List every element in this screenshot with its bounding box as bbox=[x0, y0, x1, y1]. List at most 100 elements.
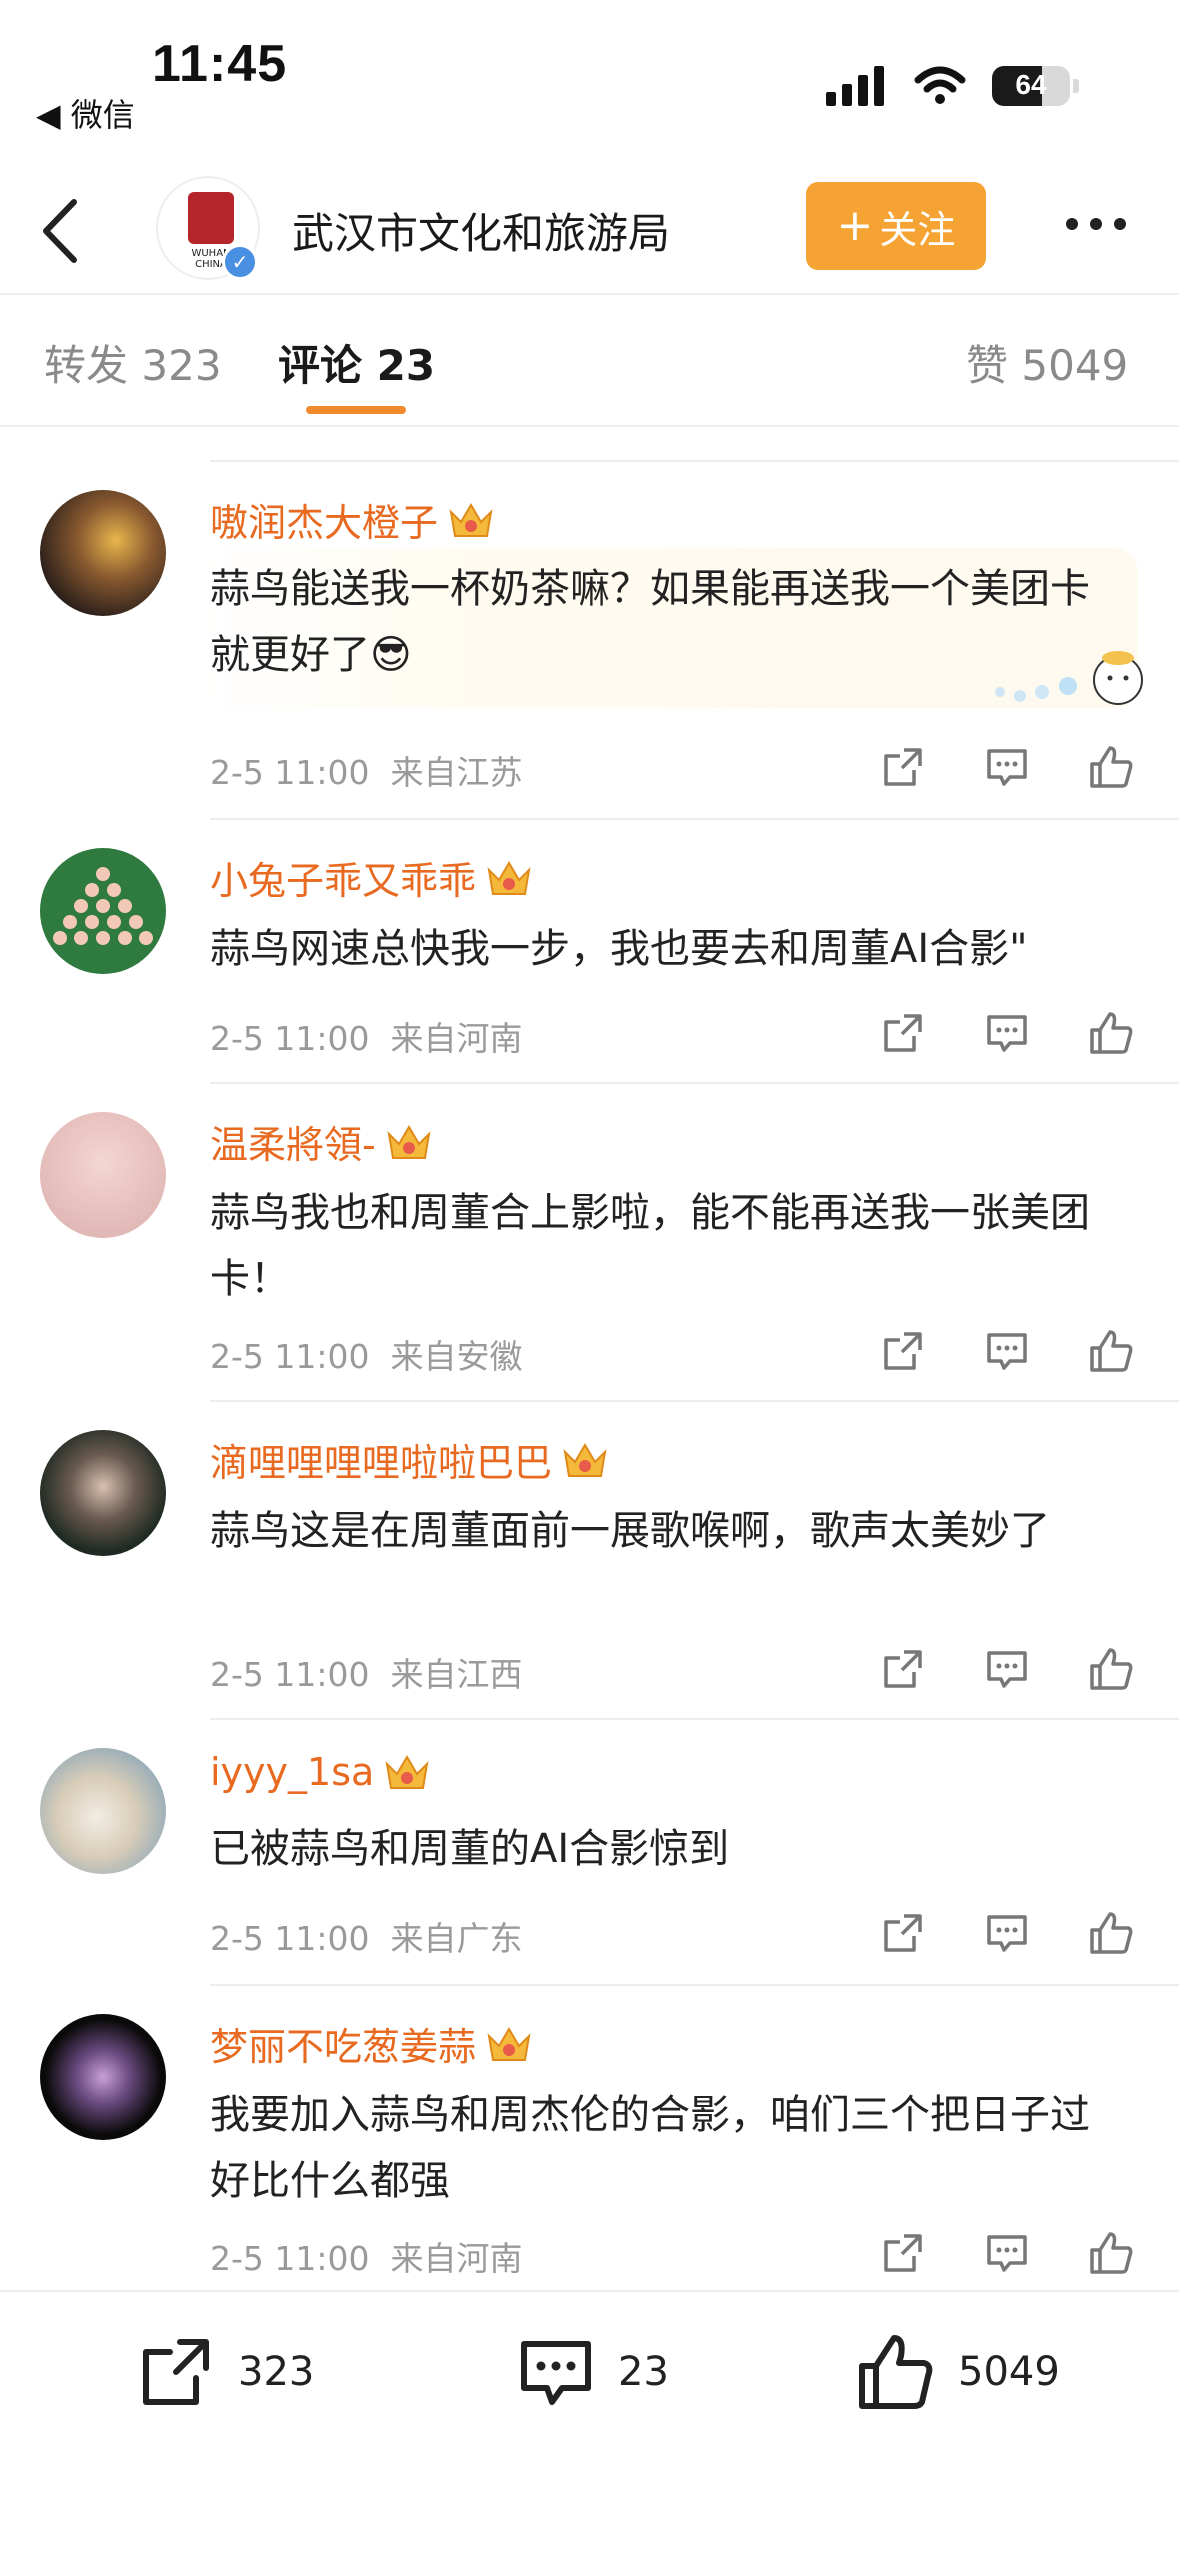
crown-badge-icon bbox=[563, 1442, 607, 1477]
avatar[interactable] bbox=[40, 1430, 166, 1556]
tab-reposts[interactable]: 转发 323 bbox=[44, 332, 222, 393]
more-options-icon[interactable] bbox=[1066, 218, 1126, 230]
repost-icon bbox=[143, 2339, 209, 2405]
share-icon[interactable] bbox=[880, 1010, 926, 1056]
comment-username[interactable]: 梦丽不吃葱姜蒜 bbox=[210, 2016, 532, 2071]
divider bbox=[0, 293, 1179, 295]
username-text: iyyy_1sa bbox=[210, 1750, 375, 1794]
share-icon[interactable] bbox=[880, 744, 926, 790]
status-indicators: 64 bbox=[826, 66, 1079, 106]
share-icon[interactable] bbox=[880, 1910, 926, 1956]
username-text: 梦丽不吃葱姜蒜 bbox=[210, 2025, 477, 2069]
like-button[interactable]: 5049 bbox=[856, 2332, 1060, 2412]
avatar-pattern bbox=[53, 867, 153, 945]
comment-text: 已被蒜鸟和周董的AI合影惊到 bbox=[210, 1826, 730, 1872]
account-name[interactable]: 武汉市文化和旅游局 bbox=[292, 200, 670, 261]
wifi-icon bbox=[914, 66, 966, 104]
comment-time: 2-5 11:00 bbox=[210, 2239, 370, 2278]
comment-icon[interactable] bbox=[984, 1910, 1030, 1956]
comment-actions bbox=[880, 744, 1134, 790]
comment-icon[interactable] bbox=[984, 1328, 1030, 1374]
tab-likes[interactable]: 赞 5049 bbox=[966, 332, 1128, 393]
tab-label: 转发 bbox=[44, 341, 129, 390]
battery-cap bbox=[1073, 79, 1079, 93]
comment-username[interactable]: 小兔子乖又乖乖 bbox=[210, 850, 532, 905]
comment-text: 蒜鸟能送我一杯奶茶嘛？如果能再送我一个美团卡就更好了😎 bbox=[210, 566, 1090, 678]
comment-meta: 2-5 11:00 来自河南 bbox=[210, 2232, 522, 2280]
divider bbox=[0, 425, 1179, 427]
like-count: 5049 bbox=[958, 2349, 1060, 2395]
divider bbox=[210, 460, 1179, 462]
avatar[interactable] bbox=[40, 490, 166, 616]
comment-count: 23 bbox=[618, 2349, 669, 2395]
username-text: 嗷润杰大橙子 bbox=[210, 501, 439, 545]
back-arrow-icon[interactable] bbox=[32, 196, 92, 266]
repost-button[interactable]: 323 bbox=[136, 2332, 314, 2412]
profile-header: WUHAN CHINA ✓ 武汉市文化和旅游局 + 关注 bbox=[0, 170, 1179, 290]
divider bbox=[210, 1400, 1179, 1402]
comment-text: 我要加入蒜鸟和周杰伦的合影，咱们三个把日子过好比什么都强 bbox=[210, 2092, 1090, 2204]
comment-location: 来自广东 bbox=[390, 1919, 523, 1958]
avatar[interactable] bbox=[40, 848, 166, 974]
share-icon[interactable] bbox=[880, 2230, 926, 2276]
comment-icon[interactable] bbox=[984, 744, 1030, 790]
like-icon[interactable] bbox=[1088, 1910, 1134, 1956]
divider bbox=[210, 818, 1179, 820]
like-icon[interactable] bbox=[1088, 2230, 1134, 2276]
comment-icon[interactable] bbox=[984, 2230, 1030, 2276]
like-icon[interactable] bbox=[1088, 1646, 1134, 1692]
signal-icon bbox=[826, 66, 884, 106]
avatar[interactable] bbox=[40, 1748, 166, 1874]
comment-text: 蒜鸟网速总快我一步，我也要去和周董AI合影" bbox=[210, 926, 1028, 972]
comment-time: 2-5 11:00 bbox=[210, 1919, 370, 1958]
comment-icon bbox=[521, 2341, 591, 2405]
repost-count: 323 bbox=[238, 2349, 315, 2395]
comment-username[interactable]: 嗷润杰大橙子 bbox=[210, 492, 494, 547]
comment-time: 2-5 11:00 bbox=[210, 1019, 370, 1058]
follow-button[interactable]: + 关注 bbox=[806, 182, 986, 270]
comment-time: 2-5 11:00 bbox=[210, 1337, 370, 1376]
tab-count: 23 bbox=[376, 341, 436, 390]
active-tab-indicator bbox=[306, 406, 406, 414]
comment-icon[interactable] bbox=[984, 1646, 1030, 1692]
divider bbox=[210, 1718, 1179, 1720]
tab-comments[interactable]: 评论 23 bbox=[278, 332, 435, 393]
divider bbox=[210, 1984, 1179, 1986]
like-icon[interactable] bbox=[1088, 1010, 1134, 1056]
back-to-app-link[interactable]: ◀ 微信 bbox=[36, 90, 135, 136]
like-icon bbox=[859, 2335, 933, 2409]
share-icon[interactable] bbox=[880, 1646, 926, 1692]
comment-location: 来自河南 bbox=[390, 2239, 523, 2278]
tab-label: 赞 bbox=[966, 341, 1009, 390]
logo-seal-icon bbox=[188, 192, 234, 244]
comment-time: 2-5 11:00 bbox=[210, 1655, 370, 1694]
like-icon[interactable] bbox=[1088, 744, 1134, 790]
crown-badge-icon bbox=[449, 502, 493, 537]
comment-location: 来自河南 bbox=[390, 1019, 523, 1058]
comment-meta: 2-5 11:00 来自广东 bbox=[210, 1912, 522, 1960]
tab-count: 5049 bbox=[1021, 341, 1129, 390]
verified-icon: ✓ bbox=[222, 244, 258, 280]
comment-icon[interactable] bbox=[984, 1010, 1030, 1056]
divider bbox=[210, 1082, 1179, 1084]
comment-time: 2-5 11:00 bbox=[210, 753, 370, 792]
comment-location: 来自江苏 bbox=[390, 753, 523, 792]
follow-label: 关注 bbox=[879, 207, 956, 252]
avatar[interactable] bbox=[40, 1112, 166, 1238]
comment-meta: 2-5 11:00 来自江西 bbox=[210, 1648, 522, 1696]
comment-username[interactable]: 滴哩哩哩哩啦啦巴巴 bbox=[210, 1432, 608, 1487]
username-text: 小兔子乖又乖乖 bbox=[210, 859, 477, 903]
username-text: 温柔將領- bbox=[210, 1123, 376, 1167]
comment-username[interactable]: 温柔將領- bbox=[210, 1114, 432, 1169]
username-text: 滴哩哩哩哩啦啦巴巴 bbox=[210, 1441, 553, 1485]
avatar[interactable] bbox=[40, 2014, 166, 2140]
bottom-action-bar: 323 23 5049 bbox=[0, 2290, 1179, 2556]
like-icon[interactable] bbox=[1088, 1328, 1134, 1374]
comment-username[interactable]: iyyy_1sa bbox=[210, 1750, 430, 1794]
comment-actions bbox=[880, 2230, 1134, 2276]
comment-meta: 2-5 11:00 来自江苏 bbox=[210, 746, 522, 794]
comment-button[interactable]: 23 bbox=[516, 2332, 669, 2412]
comment-meta: 2-5 11:00 来自河南 bbox=[210, 1012, 522, 1060]
battery-percent: 64 bbox=[1015, 69, 1047, 100]
share-icon[interactable] bbox=[880, 1328, 926, 1374]
